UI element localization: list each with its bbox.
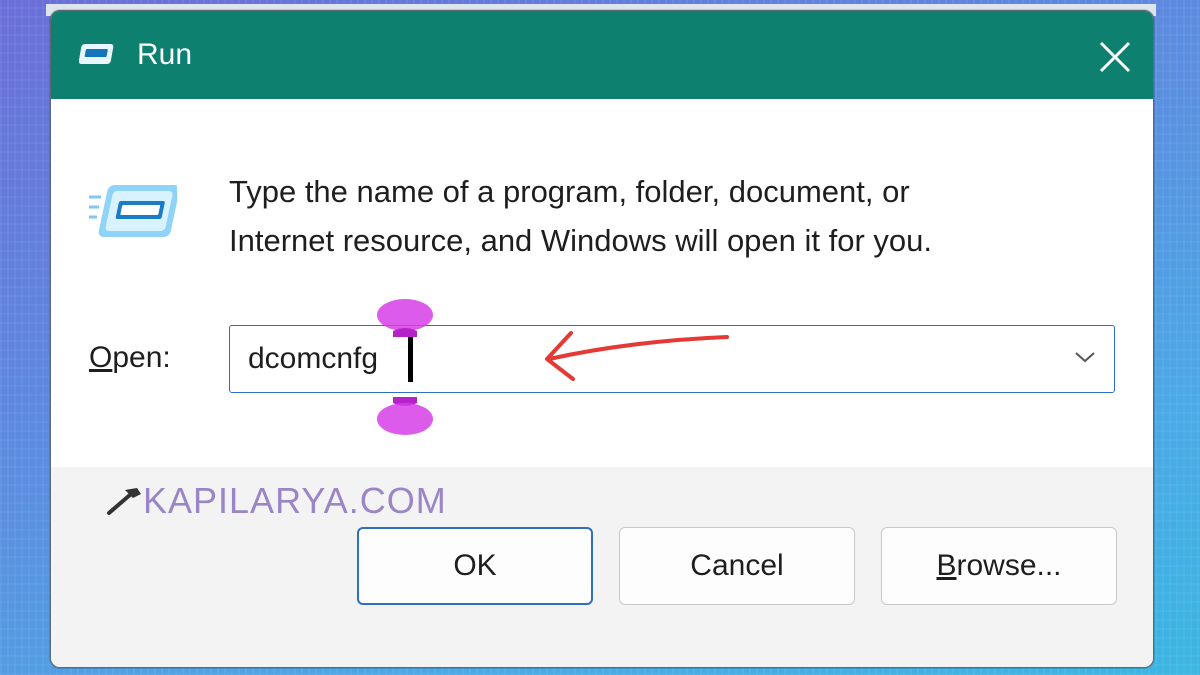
- ok-button[interactable]: OK: [357, 527, 593, 605]
- dialog-content: Type the name of a program, folder, docu…: [51, 99, 1153, 467]
- annotation-arrow-icon: [545, 331, 729, 381]
- browse-button[interactable]: Browse...: [881, 527, 1117, 605]
- selection-handle-top-icon: [377, 299, 433, 337]
- run-dialog: Run Type the name of a program, folder, …: [50, 10, 1154, 668]
- open-input[interactable]: dcomcnfg: [248, 340, 378, 378]
- window-title: Run: [137, 38, 193, 71]
- run-icon: [79, 44, 114, 64]
- dialog-footer: KAPILARYA.COM OK Cancel Browse...: [51, 467, 1153, 667]
- chevron-down-icon[interactable]: [1074, 350, 1096, 364]
- open-label: Open:: [89, 341, 171, 375]
- watermark-text: KAPILARYA.COM: [143, 480, 447, 521]
- close-icon[interactable]: [1093, 35, 1137, 79]
- run-program-icon: [89, 185, 177, 237]
- open-label-rest: pen:: [112, 341, 171, 374]
- selection-handle-bottom-icon: [377, 397, 433, 435]
- description-line-2: Internet resource, and Windows will open…: [229, 223, 933, 258]
- description-line-1: Type the name of a program, folder, docu…: [229, 174, 910, 209]
- browse-label-rest: rowse...: [956, 549, 1062, 582]
- open-label-accesskey: O: [89, 341, 113, 374]
- browse-accesskey: B: [936, 549, 957, 582]
- description-text: Type the name of a program, folder, docu…: [229, 167, 1109, 265]
- title-bar: Run: [51, 11, 1153, 99]
- hammer-icon: [107, 488, 141, 515]
- text-caret: [408, 336, 413, 382]
- cancel-button[interactable]: Cancel: [619, 527, 855, 605]
- watermark: KAPILARYA.COM: [103, 480, 447, 521]
